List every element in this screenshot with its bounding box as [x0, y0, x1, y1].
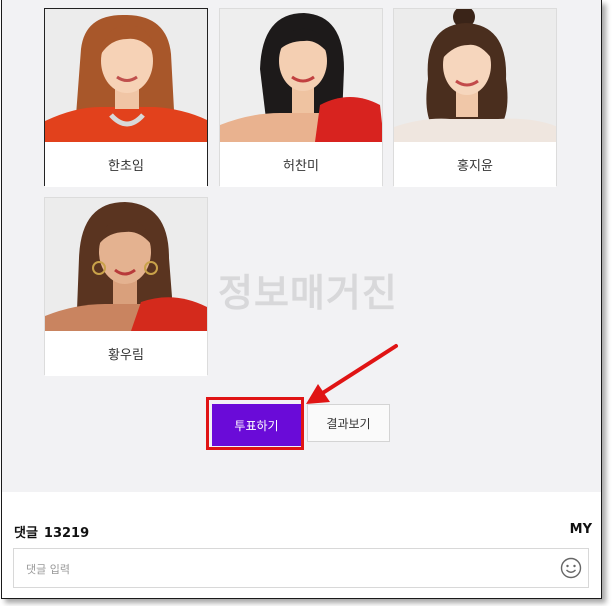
candidate-photo [45, 198, 207, 331]
candidate-name: 홍지윤 [394, 142, 556, 187]
watermark-text: 정보매거진 [218, 271, 398, 315]
candidate-photo [45, 9, 207, 142]
candidate-name: 한초임 [45, 142, 207, 187]
vote-button[interactable]: 투표하기 [212, 404, 301, 446]
candidate-photo [394, 9, 556, 142]
candidate-card-2[interactable]: 허찬미 [219, 8, 383, 187]
comment-input-box[interactable] [13, 548, 589, 588]
view-results-button[interactable]: 결과보기 [307, 404, 390, 442]
vote-page-frame: 한초임 허찬미 홍지윤 황우림 정보매거진 투표하기 결과보기 댓글 13219… [1, 0, 602, 599]
comment-header: 댓글 13219 MY [14, 522, 592, 541]
candidate-card-1[interactable]: 한초임 [44, 8, 208, 187]
my-comments-link[interactable]: MY [570, 522, 592, 537]
comment-label: 댓글 [14, 526, 38, 541]
comment-input[interactable] [24, 559, 548, 579]
candidate-card-3[interactable]: 홍지윤 [393, 8, 557, 187]
candidate-photo [220, 9, 382, 142]
vote-area: 한초임 허찬미 홍지윤 황우림 정보매거진 투표하기 결과보기 [2, 0, 601, 492]
smiley-icon[interactable] [560, 557, 582, 579]
red-arrow-annotation [306, 344, 398, 404]
comment-count: 13219 [43, 526, 90, 541]
candidate-name: 황우림 [45, 331, 207, 376]
candidate-name: 허찬미 [220, 142, 382, 187]
candidate-card-4[interactable]: 황우림 [44, 197, 208, 376]
